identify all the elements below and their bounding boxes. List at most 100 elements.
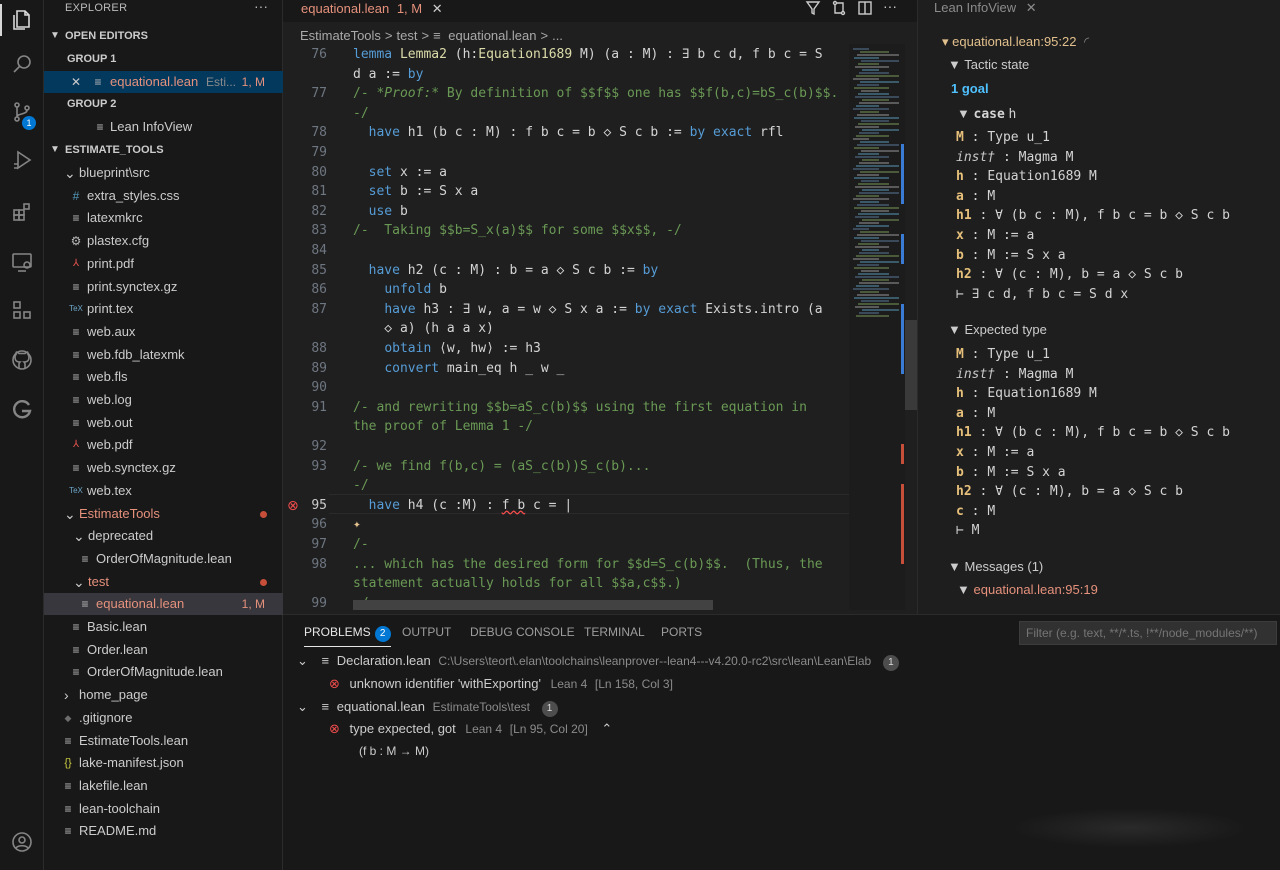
hypothesis[interactable]: a : M <box>956 189 995 204</box>
open-editor-infoview[interactable]: ≡ Lean InfoView <box>44 116 283 138</box>
problems-filter-input[interactable] <box>1019 621 1277 645</box>
account-icon[interactable] <box>0 822 44 862</box>
code-line[interactable]: /- *Proof:* By definition of $$f$$ one h… <box>353 86 838 101</box>
message-location[interactable]: ▼ equational.lean:95:19 <box>957 582 1098 597</box>
tree-item[interactable]: ⅄ web.pdf <box>44 434 283 456</box>
tree-item[interactable]: ≡ web.fls <box>44 366 283 388</box>
tree-item[interactable]: ≡ lean-toolchain <box>44 798 283 820</box>
tree-item[interactable]: {} lake-manifest.json <box>44 752 283 774</box>
code-line[interactable]: ◇ a) (h a a x) <box>353 321 494 336</box>
tab-lean-infoview[interactable]: Lean InfoView ✕ <box>934 0 1037 18</box>
problem-group-declaration[interactable]: ⌄ ≡ Declaration.lean C:\Users\teort\.ela… <box>297 653 899 671</box>
breadcrumb-item[interactable]: equational.lean <box>448 28 536 43</box>
code-line[interactable]: have h2 (c : M) : b = a ◇ S c b := by <box>353 263 659 278</box>
chevron-up-icon[interactable]: ⌃ <box>601 721 612 736</box>
hypothesis[interactable]: b : M := S x a <box>956 248 1066 263</box>
group1-header[interactable]: GROUP 1 <box>44 48 283 70</box>
hypothesis[interactable]: h : Equation1689 M <box>956 169 1097 184</box>
code-line[interactable]: -/ <box>353 478 369 493</box>
compare-changes-icon[interactable] <box>831 0 847 18</box>
tree-item[interactable]: ≡ Order.lean <box>44 639 283 661</box>
tree-item[interactable]: ⌄ test <box>44 571 283 593</box>
close-icon[interactable]: ✕ <box>432 1 443 16</box>
expected-type-header[interactable]: ▼ Expected type <box>948 322 1047 337</box>
code-line[interactable]: have h3 : ∃ w, a = w ◇ S x a := by exact… <box>353 302 822 317</box>
tree-item[interactable]: ⌄ blueprint\src <box>44 162 283 184</box>
code-line[interactable]: /- we find f(b,c) = (aS_c(b))S_c(b)... <box>353 459 650 474</box>
code-line[interactable]: ... which has the desired form for $$d=S… <box>353 557 823 572</box>
hypothesis[interactable]: h : Equation1689 M <box>956 386 1097 401</box>
breadcrumb-item[interactable]: test <box>397 28 418 43</box>
tab-ports[interactable]: PORTS <box>661 625 702 639</box>
tree-item[interactable]: TeX print.tex <box>44 298 283 320</box>
explorer-icon[interactable] <box>0 0 44 40</box>
infoview-location[interactable]: ▾ equational.lean:95:22 ◜ <box>942 34 1089 50</box>
code-line[interactable]: ✦ <box>353 517 361 532</box>
code-line[interactable]: obtain ⟨w, hw⟩ := h3 <box>353 341 541 356</box>
tree-item[interactable]: ⚙ plastex.cfg <box>44 230 283 252</box>
code-line[interactable]: lemma Lemma2 (h:Equation1689 M) (a : M) … <box>353 47 823 62</box>
breadcrumb-item[interactable]: ... <box>552 28 563 43</box>
code-line[interactable]: /- Taking $$b=S_x(a)$$ for some $$x$$, -… <box>353 223 682 238</box>
code-line[interactable]: the proof of Lemma 1 -/ <box>353 419 533 434</box>
tree-item[interactable]: ⅄ print.pdf <box>44 253 283 275</box>
tree-item[interactable]: # extra_styles.css <box>44 185 283 207</box>
close-icon[interactable]: ✕ <box>68 71 84 93</box>
code-line[interactable]: /- <box>353 537 369 552</box>
editor-horizontal-scrollbar[interactable] <box>353 600 713 610</box>
code-line[interactable]: set b := S x a <box>353 184 479 199</box>
tree-item[interactable]: ≡ latexmkrc <box>44 207 283 229</box>
tree-item[interactable]: ≡ web.fdb_latexmk <box>44 344 283 366</box>
open-editors-header[interactable]: ▼ OPEN EDITORS <box>44 25 283 47</box>
code-line[interactable]: have h1 (b c : M) : f b c = b ◇ S c b :=… <box>353 125 784 140</box>
code-line[interactable]: statement actually holds for all $$a,c$$… <box>353 576 682 591</box>
code-line[interactable]: use b <box>353 204 408 219</box>
breadcrumb-item[interactable]: EstimateTools <box>300 28 381 43</box>
tree-item[interactable]: ◆ .gitignore <box>44 707 283 729</box>
search-icon[interactable] <box>0 44 44 84</box>
tree-item[interactable]: ≡ Basic.lean <box>44 616 283 638</box>
messages-header[interactable]: ▼ Messages (1) <box>948 559 1043 574</box>
tab-debug-console[interactable]: DEBUG CONSOLE <box>470 625 575 639</box>
close-icon[interactable]: ✕ <box>1026 0 1037 15</box>
tree-item[interactable]: ≡ web.log <box>44 389 283 411</box>
code-line[interactable]: unfold b <box>353 282 447 297</box>
code-line[interactable]: d a := by <box>353 67 423 82</box>
tab-terminal[interactable]: TERMINAL <box>584 625 645 639</box>
hypothesis[interactable]: x : M := a <box>956 445 1034 460</box>
tree-item[interactable]: › home_page <box>44 684 283 706</box>
remote-explorer-icon[interactable] <box>0 242 44 282</box>
hypothesis[interactable]: inst† : Magma M <box>956 150 1073 165</box>
tree-item[interactable]: ≡ OrderOfMagnitude.lean <box>44 548 283 570</box>
hypothesis[interactable]: a : M <box>956 406 995 421</box>
editor-scrollbar[interactable] <box>905 320 917 410</box>
error-gutter-icon[interactable]: ⊗ <box>287 497 299 514</box>
gitlens-icon[interactable] <box>0 390 44 430</box>
tree-item[interactable]: ⌄ EstimateTools <box>44 503 283 525</box>
hypothesis[interactable]: inst† : Magma M <box>956 367 1073 382</box>
tree-item[interactable]: ≡ web.synctex.gz <box>44 457 283 479</box>
code-line[interactable]: /- and rewriting $$b=aS_c(b)$$ using the… <box>353 400 807 415</box>
hypothesis[interactable]: b : M := S x a <box>956 465 1066 480</box>
hypothesis[interactable]: h2 : ∀ (c : M), b = a ◇ S c b <box>956 267 1183 282</box>
source-control-icon[interactable]: 1 <box>0 92 44 132</box>
github-icon[interactable] <box>0 340 44 380</box>
code-line[interactable]: have h4 (c :M) : f b c = | <box>353 498 573 513</box>
more-actions-icon[interactable]: ··· <box>883 0 897 18</box>
case-header[interactable]: ▼ case h <box>957 106 1016 122</box>
problem-group-equational[interactable]: ⌄ ≡ equational.lean EstimateTools\test 1 <box>297 699 558 717</box>
more-actions-icon[interactable]: ··· <box>254 0 268 14</box>
split-editor-icon[interactable] <box>857 0 873 18</box>
group2-header[interactable]: GROUP 2 <box>44 93 283 115</box>
hypothesis[interactable]: M : Type u_1 <box>956 347 1050 362</box>
tree-item[interactable]: ≡ README.md <box>44 820 283 842</box>
code-line[interactable]: -/ <box>353 106 369 121</box>
testing-icon[interactable] <box>0 290 44 330</box>
run-debug-icon[interactable] <box>0 140 44 180</box>
extensions-icon[interactable] <box>0 192 44 232</box>
problem-item[interactable]: ⊗ type expected, got Lean 4 [Ln 95, Col … <box>329 721 612 737</box>
hypothesis[interactable]: x : M := a <box>956 228 1034 243</box>
hypothesis[interactable]: M : Type u_1 <box>956 130 1050 145</box>
tree-item[interactable]: ≡ web.aux <box>44 321 283 343</box>
tree-item[interactable]: ⌄ deprecated <box>44 525 283 547</box>
